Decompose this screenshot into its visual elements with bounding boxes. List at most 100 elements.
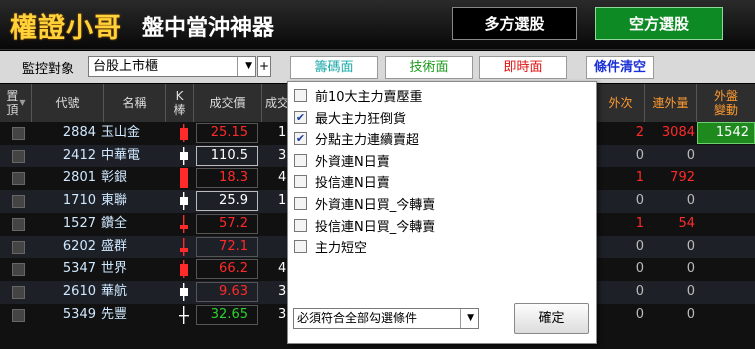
ext-change <box>700 236 752 258</box>
col-header-kbar[interactable]: K棒 <box>166 84 194 122</box>
stock-name: 東聯 <box>101 193 128 209</box>
pin-checkbox[interactable] <box>12 149 25 163</box>
condition-option[interactable]: ✔ 分點主力連續賣超 <box>294 128 419 149</box>
confirm-button[interactable]: 確定 <box>514 303 589 334</box>
candlestick-icon <box>180 124 188 142</box>
ext-volume: 0 <box>686 261 695 277</box>
sort-icon: ▼ <box>19 98 26 107</box>
pin-checkbox[interactable] <box>12 127 25 140</box>
stock-code: 2412 <box>62 147 96 163</box>
tab-technical[interactable]: 技術面 <box>385 56 473 79</box>
col-header-name[interactable]: 名稱 <box>104 84 166 122</box>
pin-checkbox[interactable] <box>12 308 25 322</box>
stock-code: 1527 <box>62 215 96 231</box>
condition-option[interactable]: 主力短空 <box>294 236 367 257</box>
tab-realtime[interactable]: 即時面 <box>479 56 567 79</box>
condition-option[interactable]: 投信連N日賣 <box>294 171 390 192</box>
condition-label: 前10大主力賣壓重 <box>315 90 423 105</box>
pin-checkbox[interactable] <box>12 263 25 277</box>
long-picks-button[interactable]: 多方選股 <box>452 7 577 40</box>
chevron-down-icon[interactable]: ▼ <box>245 57 252 76</box>
col-header-code[interactable]: 代號 <box>32 84 104 122</box>
divider <box>460 309 461 328</box>
col-header-ext-count[interactable]: 外次 <box>597 84 645 122</box>
checkbox-icon[interactable] <box>294 175 307 189</box>
ext-volume: 0 <box>686 306 695 322</box>
ext-count: 0 <box>635 283 644 299</box>
pin-checkbox[interactable] <box>12 285 25 299</box>
trade-price: 9.63 <box>219 283 248 299</box>
pin-checkbox[interactable] <box>12 172 25 186</box>
chevron-down-icon[interactable]: ▼ <box>467 309 474 328</box>
ext-change <box>700 258 752 280</box>
condition-option[interactable]: 外資連N日買_今轉賣 <box>294 193 435 214</box>
ext-change <box>700 304 752 326</box>
trade-price: 72.1 <box>219 238 248 254</box>
candlestick-icon <box>180 192 188 211</box>
filter-bar: 監控對象 台股上市櫃 ▼ + 籌碼面 技術面 即時面 條件清空 <box>0 51 755 83</box>
checked-checkbox-icon[interactable]: ✔ <box>294 110 307 124</box>
condition-label: 分點主力連續賣超 <box>315 133 420 149</box>
stock-code: 2610 <box>62 283 96 299</box>
stock-code: 5347 <box>62 261 96 277</box>
ext-change <box>700 145 752 167</box>
ext-volume: 3084 <box>661 125 695 140</box>
condition-option[interactable]: 投信連N日買_今轉賣 <box>294 215 435 236</box>
market-select[interactable]: 台股上市櫃 ▼ <box>88 56 256 77</box>
stock-code: 2801 <box>62 170 96 186</box>
stock-code: 6202 <box>62 238 96 254</box>
col-header-ext-volume[interactable]: 連外量 <box>645 84 697 122</box>
stock-name: 中華電 <box>101 147 141 163</box>
clear-conditions-button[interactable]: 條件清空 <box>586 56 654 79</box>
condition-option[interactable]: 前10大主力賣壓重 <box>294 85 423 106</box>
stock-name: 先豐 <box>101 306 128 322</box>
pin-checkbox[interactable] <box>12 240 25 254</box>
condition-label: 投信連N日買_今轉賣 <box>315 219 436 235</box>
pin-checkbox[interactable] <box>12 195 25 209</box>
brand-logo: 權證小哥 <box>10 13 122 44</box>
app-header: 權證小哥 盤中當沖神器 多方選股 空方選股 <box>0 0 755 50</box>
ext-volume: 792 <box>670 170 695 186</box>
stock-code: 5349 <box>62 306 96 322</box>
checkbox-icon[interactable] <box>294 218 307 232</box>
col-header-price[interactable]: 成交價 <box>194 84 262 122</box>
trade-price: 66.2 <box>219 261 248 277</box>
trade-price: 25.15 <box>210 125 248 140</box>
col-header-ext-change[interactable]: 外盤變動 <box>697 84 755 122</box>
monitor-target-label: 監控對象 <box>22 62 75 77</box>
checked-checkbox-icon[interactable]: ✔ <box>294 132 307 146</box>
checkbox-icon[interactable] <box>294 89 307 102</box>
ext-change <box>700 167 752 189</box>
trade-price: 32.65 <box>210 306 248 322</box>
short-picks-button[interactable]: 空方選股 <box>595 7 723 40</box>
stock-code: 1710 <box>62 193 96 209</box>
add-market-button[interactable]: + <box>257 56 271 77</box>
ext-count: 0 <box>635 147 644 163</box>
checkbox-icon[interactable] <box>294 197 307 210</box>
match-mode-select[interactable]: 必須符合全部勾選條件 ▼ <box>293 308 479 329</box>
stock-name: 彰銀 <box>101 170 128 186</box>
ext-count: 0 <box>635 261 644 277</box>
col-header-pin[interactable]: 置頂 ▼ <box>0 84 32 122</box>
stock-name: 華航 <box>101 283 128 299</box>
ext-volume: 0 <box>686 147 695 163</box>
trade-price: 25.9 <box>219 193 248 209</box>
ext-count: 1 <box>635 215 644 231</box>
ext-count: 1 <box>635 170 644 186</box>
market-select-value: 台股上市櫃 <box>93 59 159 74</box>
pin-checkbox[interactable] <box>12 217 25 231</box>
candlestick-icon <box>180 237 188 256</box>
condition-option[interactable]: ✔ 最大主力狂倒貨 <box>294 107 406 128</box>
checkbox-icon[interactable] <box>294 153 307 167</box>
checkbox-icon[interactable] <box>294 240 307 254</box>
trade-price: 57.2 <box>219 215 248 231</box>
condition-label: 外資連N日買_今轉賣 <box>315 198 436 213</box>
tab-chip[interactable]: 籌碼面 <box>290 56 378 79</box>
condition-option[interactable]: 外資連N日賣 <box>294 150 390 171</box>
condition-label: 投信連N日賣 <box>315 176 390 192</box>
trade-price: 18.3 <box>219 170 248 186</box>
condition-label: 外資連N日賣 <box>315 154 390 170</box>
condition-dropdown-panel: 前10大主力賣壓重 ✔ 最大主力狂倒貨 ✔ 分點主力連續賣超 外資連N日賣 投信連N日賣 外資… <box>287 81 597 344</box>
stock-name: 玉山金 <box>101 125 141 140</box>
ext-change <box>700 281 752 303</box>
